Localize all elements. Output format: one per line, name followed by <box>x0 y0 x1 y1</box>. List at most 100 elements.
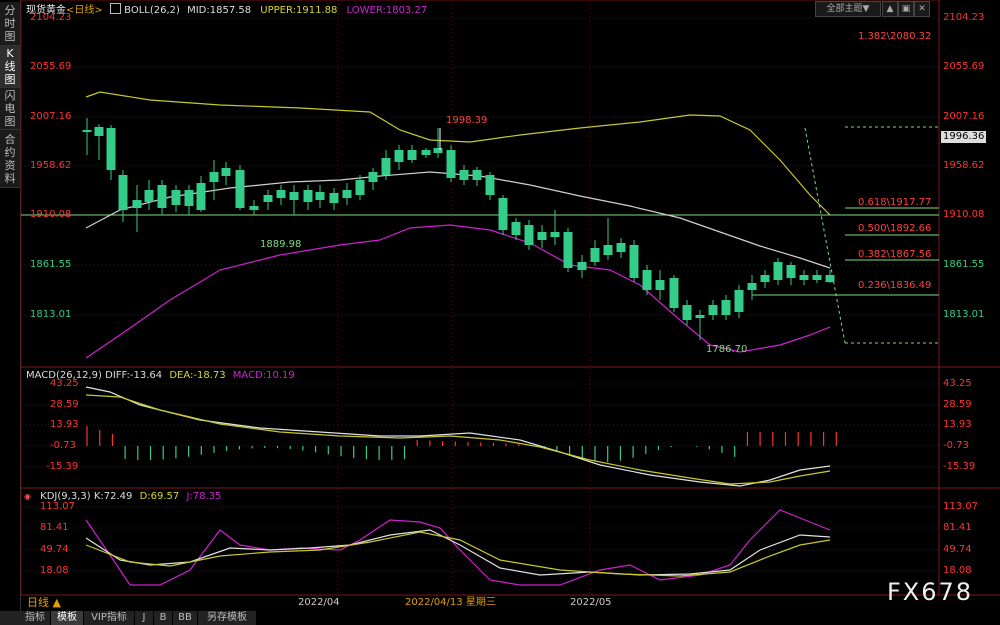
candle-body <box>355 180 365 195</box>
grid <box>21 0 939 595</box>
candle-body <box>144 190 154 202</box>
swing-price-label: 1889.98 <box>260 239 302 250</box>
left-axis-label: 1813.01 <box>30 309 72 320</box>
macd-axis-label: 28.59 <box>50 399 79 410</box>
left-axis-label: 1910.08 <box>30 209 72 220</box>
candle-body <box>235 170 245 208</box>
left-axis-label: 1958.62 <box>30 160 72 171</box>
candle-body <box>590 248 600 262</box>
candle-body <box>94 127 104 136</box>
boll-lower: LOWER:1803.27 <box>346 5 428 16</box>
fib-label: 0.236\1836.49 <box>858 280 932 291</box>
candle-body <box>329 193 339 203</box>
bottom-corner <box>0 611 20 625</box>
right-axis-label: 2007.16 <box>943 111 985 122</box>
macd-axis-label: -0.73 <box>943 440 969 451</box>
macd-axis-label: 13.93 <box>943 419 972 430</box>
macd-axis-label: -15.39 <box>943 461 976 472</box>
chart-canvas <box>20 0 1000 596</box>
candle-body <box>132 200 142 208</box>
macd-value: MACD:10.19 <box>232 370 295 381</box>
candle-body <box>421 150 431 155</box>
candle-body <box>786 265 796 278</box>
boll-lower-line <box>85 224 831 359</box>
kdj-axis-label: 81.41 <box>943 522 972 533</box>
candle-body <box>394 150 404 162</box>
candle-body <box>315 192 325 200</box>
candle-body <box>563 232 573 268</box>
candle-body <box>721 300 731 315</box>
chart-app: 分时图 K线图 闪电图 合约资料 全部主题▼ ▲ ▣ ✕ 现货黄金<日线> BO… <box>0 0 1000 625</box>
boll-name: BOLL(26,2) <box>124 5 180 16</box>
kdj-axis-label: 18.08 <box>943 565 972 576</box>
fib-label: 0.618\1917.77 <box>858 197 932 208</box>
indicator-checkbox[interactable] <box>109 3 121 14</box>
candle-body <box>734 290 744 312</box>
time-axis-label: 2022/05 <box>570 597 612 608</box>
tab-j[interactable]: J <box>135 611 154 625</box>
right-axis-label: 2104.23 <box>943 12 985 23</box>
right-axis-label: 1910.08 <box>943 209 985 220</box>
candle-body <box>511 222 521 235</box>
left-axis-label: 2055.69 <box>30 61 72 72</box>
candle-body <box>747 283 757 290</box>
left-axis-label: 2007.16 <box>30 111 72 122</box>
candle-body <box>221 168 231 176</box>
time-axis-cursor-label: 2022/04/13 星期三 <box>405 597 496 608</box>
tab-save-template[interactable]: 另存模板 <box>198 611 257 625</box>
current-price-tag: 1996.36 <box>941 131 987 143</box>
candle-body <box>577 262 587 270</box>
candle-body <box>629 245 639 278</box>
tab-bb[interactable]: BB <box>173 611 198 625</box>
macd-axis-label: 13.93 <box>50 419 79 430</box>
candle-body <box>603 245 613 255</box>
candle-body <box>669 278 679 308</box>
kdj-axis-label: 49.74 <box>40 544 69 555</box>
right-axis-label: 2055.69 <box>943 61 985 72</box>
candle-body <box>550 232 560 237</box>
kdj-settings-icon[interactable]: ◉ <box>24 492 31 501</box>
macd-dea-line <box>85 394 831 485</box>
macd-histogram <box>86 426 837 462</box>
fib-trendline <box>804 127 846 344</box>
watermark-logo: FX678 <box>887 578 974 606</box>
price-panel-header: 现货黄金<日线> BOLL(26,2) MID:1857.58 UPPER:19… <box>26 3 427 17</box>
candle-body <box>760 275 770 282</box>
candle-body <box>498 198 508 230</box>
candle-body <box>184 190 194 206</box>
kdj-j-line <box>85 509 831 586</box>
candle-body <box>537 232 547 240</box>
tab-indicators[interactable]: 指标 <box>20 611 51 625</box>
boll-upper: UPPER:1911.88 <box>260 5 338 16</box>
tab-templates[interactable]: 模板 <box>51 611 84 625</box>
kdj-axis-label: 113.07 <box>40 501 75 512</box>
candle-body <box>616 243 626 252</box>
fib-label: 0.500\1892.66 <box>858 223 932 234</box>
tab-b[interactable]: B <box>154 611 173 625</box>
right-axis-label: 1958.62 <box>943 160 985 171</box>
candle-body <box>118 175 128 210</box>
candle-body <box>342 190 352 198</box>
kdj-d: D:69.57 <box>139 491 180 502</box>
candle-body <box>106 128 116 170</box>
candle-body <box>157 185 167 208</box>
kdj-k: K:72.49 <box>93 491 133 502</box>
right-axis-label: 1861.55 <box>943 259 985 270</box>
kdj-lines <box>85 509 831 586</box>
macd-diff: DIFF:-13.64 <box>105 370 163 381</box>
kdj-axis-label: 113.07 <box>943 501 978 512</box>
period-selector[interactable]: 日线 ▲ <box>27 597 61 609</box>
candle-body <box>276 190 286 198</box>
candle-body <box>642 270 652 290</box>
boll-mid: MID:1857.58 <box>187 5 252 16</box>
candle-body <box>209 172 219 182</box>
candles <box>82 118 835 340</box>
candle-body <box>773 262 783 280</box>
candle-body <box>799 275 809 280</box>
candle-body <box>407 150 417 160</box>
candle-body <box>524 225 534 245</box>
tab-vip-indicators[interactable]: VIP指标 <box>84 611 135 625</box>
macd-axis-label: 28.59 <box>943 399 972 410</box>
candle-body <box>708 305 718 315</box>
macd-axis-label: -0.73 <box>50 440 76 451</box>
